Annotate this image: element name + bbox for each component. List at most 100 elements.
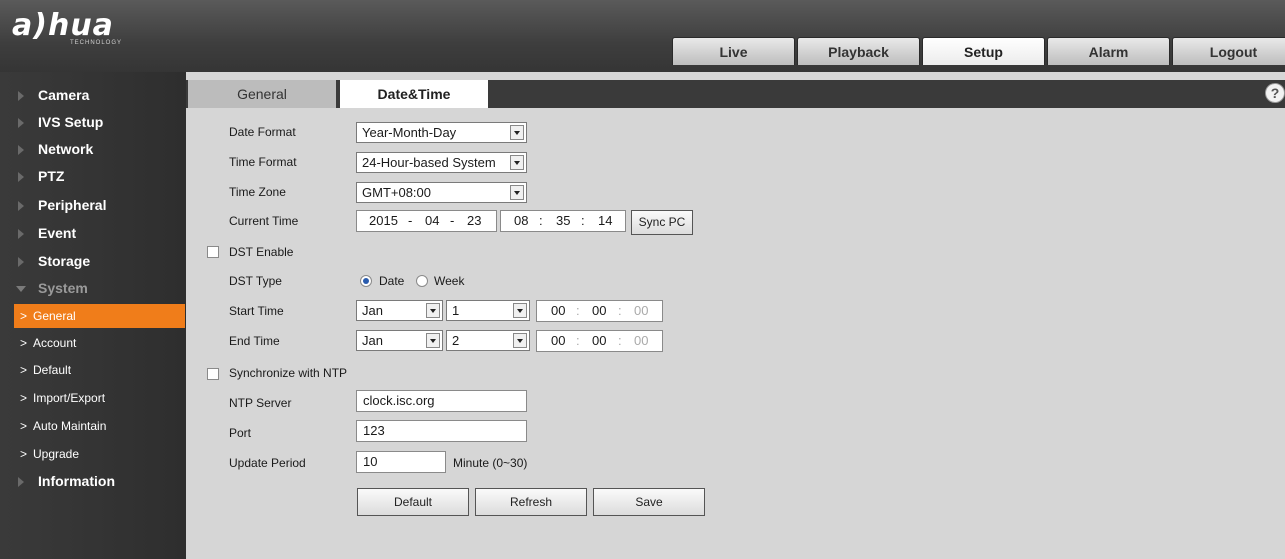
- dst-enable-checkbox[interactable]: [207, 246, 219, 258]
- update-period-label: Update Period: [229, 456, 306, 470]
- dropdown-arrow-icon: [510, 185, 524, 200]
- sidebar-item-event[interactable]: Event: [0, 220, 186, 247]
- start-hour-value: 00: [551, 303, 566, 318]
- refresh-button[interactable]: Refresh: [475, 488, 587, 516]
- end-second-value: 00: [634, 333, 649, 348]
- end-month-select[interactable]: Jan: [356, 330, 443, 351]
- update-period-input[interactable]: 10: [356, 451, 446, 473]
- sync-pc-button[interactable]: Sync PC: [631, 210, 693, 235]
- time-zone-label: Time Zone: [229, 185, 286, 199]
- start-month-value: Jan: [362, 303, 383, 318]
- sidebar-item-storage[interactable]: Storage: [0, 248, 186, 275]
- end-month-value: Jan: [362, 333, 383, 348]
- start-time-field[interactable]: 00 : 00 : 00: [536, 300, 663, 322]
- sidebar-item-system[interactable]: System: [0, 275, 186, 302]
- ntp-server-input[interactable]: clock.isc.org: [356, 390, 527, 412]
- end-day-select[interactable]: 2: [446, 330, 530, 351]
- start-time-label: Start Time: [229, 304, 284, 318]
- dst-type-label: DST Type: [229, 274, 282, 288]
- expand-arrow-icon: [18, 118, 24, 128]
- tab-alarm[interactable]: Alarm: [1047, 37, 1170, 65]
- time-separator: :: [576, 303, 580, 318]
- dst-date-label: Date: [379, 274, 405, 288]
- time-format-value: 24-Hour-based System: [362, 155, 496, 170]
- expand-arrow-icon: [18, 201, 24, 211]
- tab-general[interactable]: General: [188, 80, 336, 108]
- expand-arrow-icon: [18, 477, 24, 487]
- sidebar-sub-upgrade[interactable]: > Upgrade: [14, 442, 185, 466]
- default-button[interactable]: Default: [357, 488, 469, 516]
- time-zone-select[interactable]: GMT+08:00: [356, 182, 527, 203]
- port-input[interactable]: 123: [356, 420, 527, 442]
- start-second-value: 00: [634, 303, 649, 318]
- dst-date-radio[interactable]: [360, 275, 372, 287]
- date-separator: -: [408, 213, 413, 228]
- help-icon[interactable]: ?: [1265, 83, 1285, 103]
- start-day-select[interactable]: 1: [446, 300, 530, 321]
- chevron-right-icon: >: [20, 447, 28, 461]
- brand-logo: a)hua TECHNOLOGY: [12, 8, 123, 47]
- hour-value: 08: [514, 213, 529, 228]
- expand-arrow-icon: [18, 91, 24, 101]
- dropdown-arrow-icon: [510, 125, 524, 140]
- tab-date-time[interactable]: Date&Time: [340, 80, 488, 108]
- sidebar-item-network[interactable]: Network: [0, 136, 186, 163]
- day-value: 23: [467, 213, 482, 228]
- month-value: 04: [425, 213, 440, 228]
- time-format-select[interactable]: 24-Hour-based System: [356, 152, 527, 173]
- tab-logout[interactable]: Logout: [1172, 37, 1285, 65]
- collapse-arrow-icon: [16, 286, 26, 292]
- time-zone-value: GMT+08:00: [362, 185, 432, 200]
- time-separator: :: [618, 333, 622, 348]
- ntp-server-label: NTP Server: [229, 396, 292, 410]
- start-month-select[interactable]: Jan: [356, 300, 443, 321]
- date-format-value: Year-Month-Day: [362, 125, 457, 140]
- sidebar-sub-general[interactable]: > General: [14, 304, 185, 328]
- end-time-field[interactable]: 00 : 00 : 00: [536, 330, 663, 352]
- end-hour-value: 00: [551, 333, 566, 348]
- tab-live[interactable]: Live: [672, 37, 795, 65]
- sidebar-item-ptz[interactable]: PTZ: [0, 163, 186, 190]
- top-nav: Live Playback Setup Alarm Logout: [672, 37, 1285, 65]
- date-format-label: Date Format: [229, 125, 296, 139]
- save-button[interactable]: Save: [593, 488, 705, 516]
- time-separator: :: [618, 303, 622, 318]
- dropdown-arrow-icon: [513, 303, 527, 318]
- start-minute-value: 00: [592, 303, 607, 318]
- current-time-label: Current Time: [229, 214, 299, 228]
- sidebar-sub-default[interactable]: > Default: [14, 358, 185, 382]
- date-format-select[interactable]: Year-Month-Day: [356, 122, 527, 143]
- end-minute-value: 00: [592, 333, 607, 348]
- tab-setup[interactable]: Setup: [922, 37, 1045, 65]
- time-format-label: Time Format: [229, 155, 297, 169]
- sidebar-item-information[interactable]: Information: [0, 468, 186, 495]
- sidebar-item-peripheral[interactable]: Peripheral: [0, 192, 186, 219]
- sync-ntp-checkbox[interactable]: [207, 368, 219, 380]
- sidebar-sub-import-export[interactable]: > Import/Export: [14, 386, 185, 410]
- sidebar-sub-account[interactable]: > Account: [14, 331, 185, 355]
- expand-arrow-icon: [18, 172, 24, 182]
- dropdown-arrow-icon: [426, 333, 440, 348]
- tab-playback[interactable]: Playback: [797, 37, 920, 65]
- dropdown-arrow-icon: [510, 155, 524, 170]
- end-day-value: 2: [452, 333, 460, 348]
- content-tab-bar: General Date&Time: [186, 80, 1285, 108]
- chevron-right-icon: >: [20, 309, 28, 323]
- date-separator: -: [450, 213, 455, 228]
- header: a)hua TECHNOLOGY Live Playback Setup Ala…: [0, 0, 1285, 72]
- sidebar-sub-auto-maintain[interactable]: > Auto Maintain: [14, 414, 185, 438]
- current-time-field[interactable]: 08 : 35 : 14: [500, 210, 626, 232]
- chevron-right-icon: >: [20, 336, 28, 350]
- time-separator: :: [581, 213, 585, 228]
- sidebar-item-camera[interactable]: Camera: [0, 82, 186, 109]
- sidebar-item-ivs-setup[interactable]: IVS Setup: [0, 109, 186, 136]
- chevron-right-icon: >: [20, 419, 28, 433]
- time-separator: :: [539, 213, 543, 228]
- expand-arrow-icon: [18, 145, 24, 155]
- chevron-right-icon: >: [20, 363, 28, 377]
- current-date-field[interactable]: 2015 - 04 - 23: [356, 210, 497, 232]
- dst-week-radio[interactable]: [416, 275, 428, 287]
- dropdown-arrow-icon: [513, 333, 527, 348]
- start-day-value: 1: [452, 303, 460, 318]
- minute-value: 35: [556, 213, 571, 228]
